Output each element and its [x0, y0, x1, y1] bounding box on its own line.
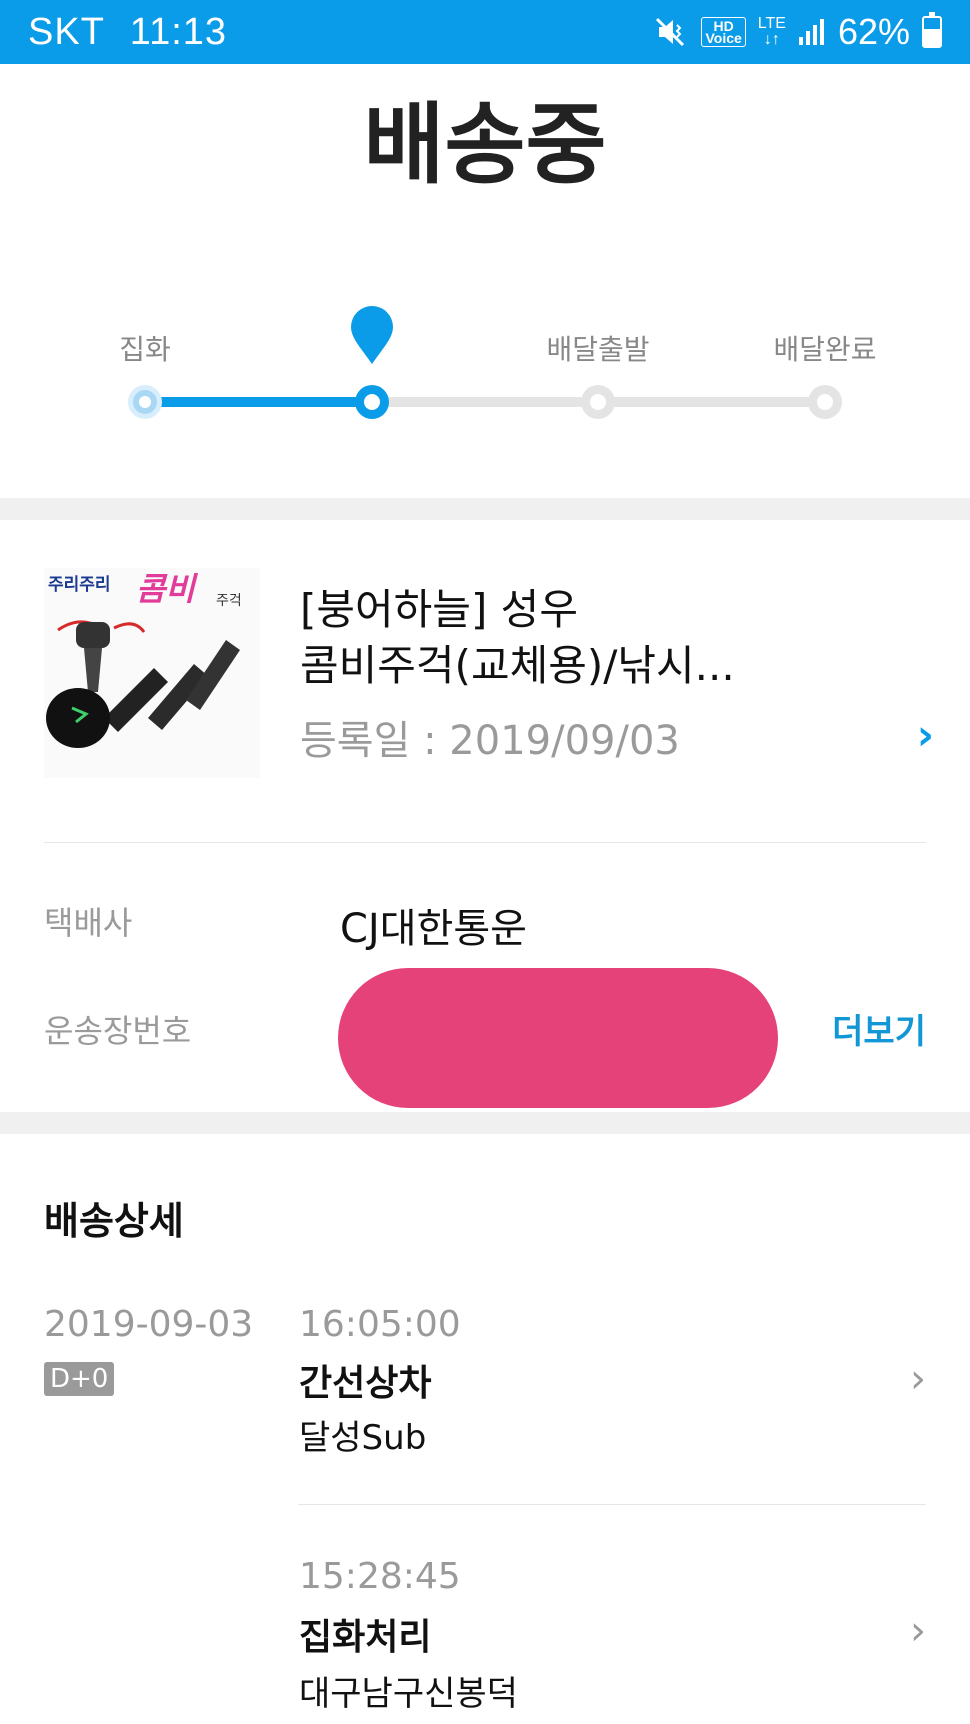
- clock: 11:13: [129, 10, 228, 53]
- event-location: 대구남구신봉덕: [299, 1674, 518, 1714]
- battery-icon: [922, 12, 942, 48]
- section-divider: [0, 1112, 970, 1134]
- tracking-number-redaction: [338, 968, 778, 1108]
- courier-label: 택배사: [44, 904, 133, 942]
- tracking-event[interactable]: 2019-09-03 16:05:00 D+0 간선상차 달성Sub ›: [44, 1304, 926, 1458]
- status-right: HD Voice LTE ↓↑ 62%: [655, 11, 942, 53]
- step-dot-out-for-delivery: [581, 385, 615, 419]
- step-label-out-for-delivery: 배달출발: [546, 333, 650, 366]
- tracking-event[interactable]: 15:28:45 집화처리 대구남구신봉덕 ›: [44, 1556, 926, 1716]
- step-dot-delivered: [808, 385, 842, 419]
- step-label-delivered: 배달완료: [773, 333, 877, 366]
- delivery-progress-tracker: 집화 배달출발 배달완료: [0, 300, 970, 430]
- product-name-line2: 콤비주걱(교체용)/낚시...: [300, 641, 735, 690]
- event-time: 15:28:45: [299, 1556, 461, 1597]
- status-bar: SKT 11:13 HD Voice LTE ↓↑ 62%: [0, 0, 970, 64]
- status-left: SKT 11:13: [28, 11, 227, 54]
- voice-label: Voice: [705, 30, 742, 46]
- carrier-label: SKT: [28, 10, 105, 53]
- current-location-pin-icon: [351, 306, 393, 364]
- product-thumbnail: 주리주리 콤비 주걱: [44, 568, 260, 778]
- delivery-detail-title: 배송상세: [44, 1199, 184, 1243]
- hd-voice-icon: HD Voice: [701, 17, 746, 47]
- section-divider: [0, 498, 970, 520]
- event-time: 16:05:00: [299, 1304, 461, 1345]
- courier-name: CJ대한통운: [340, 906, 527, 952]
- mute-vibrate-icon: [655, 17, 689, 47]
- event-date: 2019-09-03: [44, 1304, 254, 1345]
- product-name: [붕어하늘] 성우 콤비주걱(교체용)/낚시...: [300, 582, 820, 694]
- tracking-number-label: 운송장번호: [44, 1012, 192, 1050]
- chevron-right-icon[interactable]: ›: [910, 1608, 926, 1654]
- product-photo-icon: [46, 620, 240, 748]
- registered-date: 등록일 : 2019/09/03: [300, 718, 680, 764]
- product-card[interactable]: 주리주리 콤비 주걱 [붕어하늘] 성우 콤비주걱(교체용)/낚시... 등록일…: [44, 560, 934, 800]
- event-status: 간선상차: [299, 1363, 432, 1404]
- lte-label: LTE: [757, 15, 786, 32]
- product-name-line1: [붕어하늘] 성우: [300, 585, 578, 634]
- chevron-right-icon[interactable]: ›: [917, 710, 934, 759]
- progress-track-fill: [145, 397, 372, 407]
- row-divider: [44, 842, 926, 843]
- page-title: 배송중: [363, 93, 607, 196]
- signal-icon: [798, 17, 826, 47]
- battery-fill: [924, 28, 940, 46]
- row-divider: [298, 1504, 926, 1505]
- step-label-pickup: 집화: [119, 333, 171, 366]
- chevron-right-icon[interactable]: ›: [910, 1356, 926, 1402]
- day-offset-badge: D+0: [44, 1362, 115, 1396]
- more-button[interactable]: 더보기: [832, 1004, 926, 1053]
- lte-icon: LTE ↓↑: [757, 15, 786, 48]
- step-dot-in-transit: [355, 385, 389, 419]
- event-location: 달성Sub: [299, 1418, 427, 1458]
- step-dot-pickup: [128, 385, 162, 419]
- event-status: 집화처리: [299, 1617, 432, 1658]
- battery-percent: 62%: [837, 11, 910, 52]
